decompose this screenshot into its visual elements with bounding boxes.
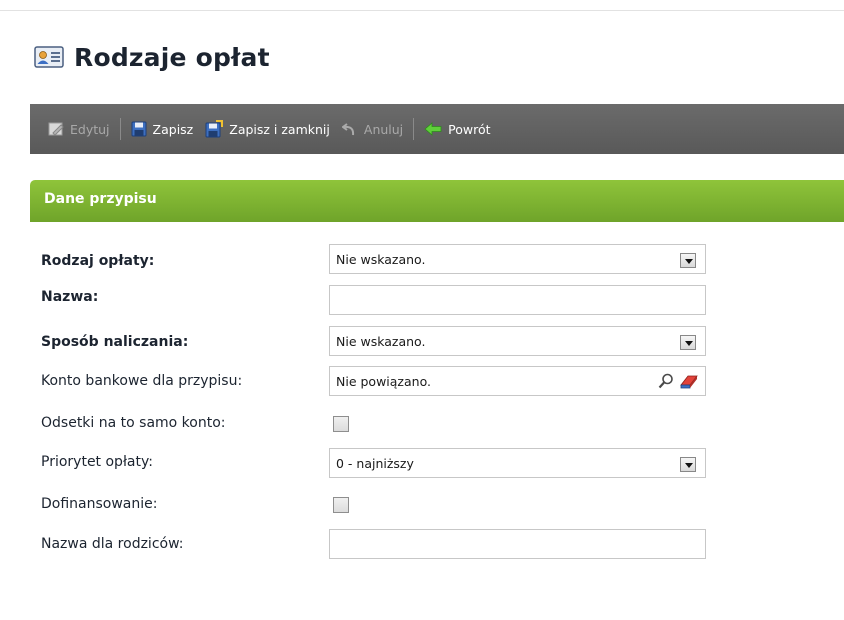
- page-title: Rodzaje opłat: [74, 42, 270, 72]
- save-icon: [131, 121, 147, 137]
- interest-same-account-checkbox[interactable]: [333, 416, 349, 432]
- cofinancing-checkbox[interactable]: [333, 497, 349, 513]
- dropdown-arrow-icon[interactable]: [680, 335, 696, 350]
- parents-name-label: Nazwa dla rodziców:: [41, 536, 184, 552]
- undo-icon: [341, 123, 354, 136]
- eraser-icon[interactable]: [679, 372, 699, 390]
- toolbar-separator: [119, 118, 121, 140]
- top-divider: [0, 10, 844, 11]
- calc-method-label: Sposób naliczania:: [41, 334, 189, 350]
- back-arrow-icon: [424, 122, 442, 136]
- priority-select[interactable]: 0 - najniższy: [329, 448, 706, 478]
- save-close-label: Zapisz i zamknij: [229, 121, 330, 137]
- parents-name-input[interactable]: [329, 529, 706, 559]
- edit-label: Edytuj: [70, 121, 110, 137]
- priority-label: Priorytet opłaty:: [41, 454, 153, 470]
- page-header: Rodzaje opłat: [34, 40, 270, 74]
- bank-account-value: Nie powiązano.: [336, 374, 431, 389]
- name-input[interactable]: [329, 285, 706, 315]
- section-header: Dane przypisu: [30, 180, 844, 222]
- save-close-button[interactable]: Zapisz i zamknij: [199, 117, 336, 141]
- section-title: Dane przypisu: [44, 191, 157, 207]
- save-label: Zapisz: [152, 121, 194, 137]
- interest-same-account-label: Odsetki na to samo konto:: [41, 415, 226, 431]
- search-icon[interactable]: [657, 372, 675, 390]
- name-label: Nazwa:: [41, 289, 99, 305]
- fee-type-value: Nie wskazano.: [336, 252, 426, 267]
- save-button[interactable]: Zapisz: [125, 117, 200, 141]
- edit-icon: [48, 122, 64, 136]
- calc-method-select[interactable]: Nie wskazano.: [329, 326, 706, 356]
- toolbar-separator: [413, 118, 415, 140]
- priority-value: 0 - najniższy: [336, 456, 414, 471]
- dropdown-arrow-icon[interactable]: [680, 253, 696, 268]
- cofinancing-label: Dofinansowanie:: [41, 496, 158, 512]
- fee-type-select[interactable]: Nie wskazano.: [329, 244, 706, 274]
- edit-button[interactable]: Edytuj: [42, 117, 116, 141]
- bank-account-label: Konto bankowe dla przypisu:: [41, 373, 243, 389]
- dropdown-arrow-icon[interactable]: [680, 457, 696, 472]
- back-button[interactable]: Powrót: [418, 117, 496, 141]
- calc-method-value: Nie wskazano.: [336, 334, 426, 349]
- bank-account-lookup[interactable]: Nie powiązano.: [329, 366, 706, 396]
- back-label: Powrót: [448, 121, 491, 137]
- fee-type-label: Rodzaj opłaty:: [41, 253, 155, 269]
- id-card-icon: [34, 46, 64, 68]
- save-close-icon: [205, 120, 224, 138]
- toolbar: Edytuj Zapisz Zapisz i zamknij Anuluj Po…: [30, 104, 844, 154]
- cancel-label: Anuluj: [363, 121, 404, 137]
- cancel-button[interactable]: Anuluj: [336, 117, 409, 141]
